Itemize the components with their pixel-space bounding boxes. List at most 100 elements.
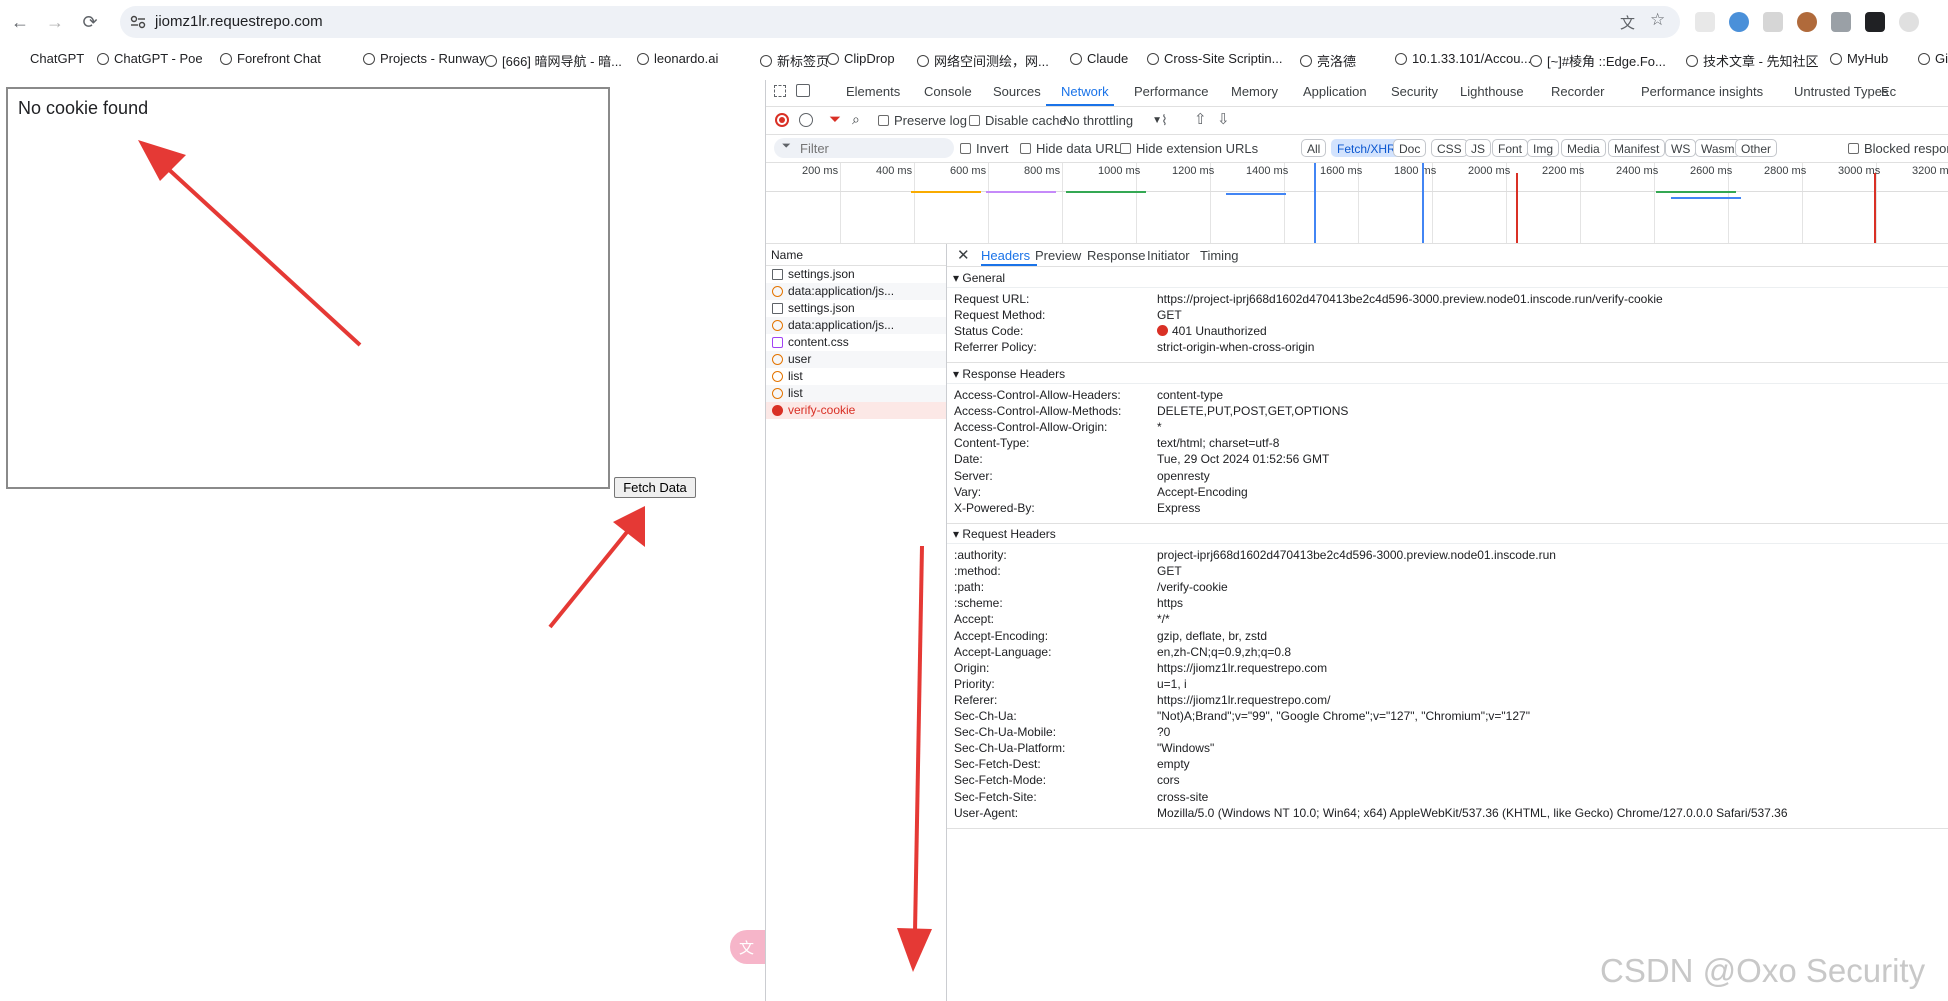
request-row[interactable]: verify-cookie	[766, 402, 946, 419]
request-name: data:application/js...	[788, 284, 895, 298]
bookmark-item[interactable]: Forefront Chat	[220, 51, 321, 66]
hide-data-urls-checkbox[interactable]: Hide data URLs	[1020, 141, 1128, 156]
section-header-request-headers[interactable]: Request Headers	[947, 524, 1948, 544]
detail-tab-preview[interactable]: Preview	[1035, 248, 1081, 263]
section-header-response-headers[interactable]: Response Headers	[947, 364, 1948, 384]
bookmark-item[interactable]: Projects - Runway	[363, 51, 485, 66]
devtools-tab-memory[interactable]: Memory	[1231, 84, 1278, 99]
type-filter-fetchxhr[interactable]: Fetch/XHR	[1331, 139, 1402, 157]
type-filter-img[interactable]: Img	[1527, 139, 1560, 157]
type-filter-wasm[interactable]: Wasm	[1695, 139, 1741, 157]
name-column-header[interactable]: Name	[766, 244, 946, 266]
devtools-tab-ec[interactable]: Ec	[1881, 84, 1896, 99]
network-conditions-icon[interactable]: ⌇	[1161, 112, 1168, 129]
bookmark-item[interactable]: 新标签页	[760, 51, 829, 70]
preserve-log-checkbox[interactable]: Preserve log	[878, 113, 967, 128]
bookmark-item[interactable]: Cross-Site Scriptin...	[1147, 51, 1282, 66]
fetch-data-button[interactable]: Fetch Data	[614, 477, 696, 498]
bookmark-item[interactable]: 网络空间测绘，网...	[917, 51, 1049, 70]
bookmark-item[interactable]: [666] 暗网导航 - 暗...	[485, 51, 622, 70]
header-key: Sec-Ch-Ua-Platform:	[954, 741, 1066, 756]
request-row[interactable]: settings.json	[766, 266, 946, 283]
reload-icon[interactable]: ⟳	[78, 10, 102, 34]
request-row[interactable]: data:application/js...	[766, 317, 946, 334]
detail-tab-response[interactable]: Response	[1087, 248, 1146, 263]
import-har-icon[interactable]: ⇧	[1194, 110, 1207, 128]
disable-cache-checkbox[interactable]: Disable cache	[969, 113, 1067, 128]
bookmark-item[interactable]: 10.1.33.101/Accou...	[1395, 51, 1531, 66]
devtools-tab-sources[interactable]: Sources	[993, 84, 1041, 99]
filter-funnel-icon[interactable]: ⏷	[829, 111, 841, 128]
request-row[interactable]: list	[766, 385, 946, 402]
bookmark-item[interactable]: 技术文章 - 先知社区	[1686, 51, 1819, 70]
type-filter-media[interactable]: Media	[1561, 139, 1606, 157]
extension-icon[interactable]	[1695, 12, 1715, 32]
extension-icon[interactable]	[1729, 12, 1749, 32]
blocked-responses-checkbox[interactable]: Blocked respon	[1848, 141, 1948, 156]
search-icon[interactable]: ⌕	[852, 111, 860, 128]
bookmark-item[interactable]: MyHub	[1830, 51, 1888, 66]
type-filter-all[interactable]: All	[1301, 139, 1327, 157]
forward-arrow-icon[interactable]: →	[43, 10, 67, 34]
translate-icon[interactable]: 文	[1620, 12, 1635, 33]
request-name: data:application/js...	[788, 318, 895, 332]
devtools-tab-security[interactable]: Security	[1391, 84, 1438, 99]
request-row[interactable]: content.css	[766, 334, 946, 351]
type-filter-other[interactable]: Other	[1735, 139, 1778, 157]
type-filter-manifest[interactable]: Manifest	[1608, 139, 1666, 157]
header-key: Server:	[954, 468, 993, 483]
devtools-tab-network[interactable]: Network	[1061, 84, 1109, 99]
hide-extension-urls-checkbox[interactable]: Hide extension URLs	[1120, 141, 1258, 156]
request-row[interactable]: settings.json	[766, 300, 946, 317]
type-filter-doc[interactable]: Doc	[1393, 139, 1427, 157]
type-filter-js[interactable]: JS	[1465, 139, 1492, 157]
filter-input[interactable]	[774, 138, 954, 158]
extension-icon[interactable]	[1865, 12, 1885, 32]
bookmark-item[interactable]: Claude	[1070, 51, 1128, 66]
devtools-tab-performance-insights[interactable]: Performance insights	[1641, 84, 1763, 99]
bookmark-item[interactable]: [~]#棱角 ::Edge.Fo...	[1530, 51, 1666, 70]
type-filter-ws[interactable]: WS	[1665, 139, 1697, 157]
site-settings-icon[interactable]	[130, 15, 146, 29]
bookmark-item[interactable]: 亮洛德	[1300, 51, 1356, 70]
address-bar[interactable]: jiomz1lr.requestrepo.com 文 ☆	[120, 6, 1680, 38]
detail-tab-initiator[interactable]: Initiator	[1147, 248, 1190, 263]
header-value-text: Express	[1157, 500, 1201, 515]
devtools-tab-console[interactable]: Console	[924, 84, 972, 99]
request-row[interactable]: user	[766, 351, 946, 368]
devtools-tab-recorder[interactable]: Recorder	[1551, 84, 1604, 99]
devtools-tab-performance[interactable]: Performance	[1134, 84, 1208, 99]
back-arrow-icon[interactable]: ←	[8, 10, 32, 34]
devtools-tab-elements[interactable]: Elements	[846, 84, 900, 99]
detail-tab-timing[interactable]: Timing	[1200, 248, 1239, 263]
devtools-tab-untrusted-types[interactable]: Untrusted Types	[1794, 84, 1888, 99]
invert-checkbox[interactable]: Invert	[960, 141, 1009, 156]
profile-avatar[interactable]	[1899, 12, 1919, 32]
type-filter-css[interactable]: CSS	[1431, 139, 1468, 157]
throttling-select[interactable]: No throttling ▼	[1063, 113, 1162, 128]
detail-tab-headers[interactable]: Headers	[981, 248, 1030, 263]
record-stop-icon[interactable]	[775, 113, 789, 127]
request-row[interactable]: list	[766, 368, 946, 385]
inspect-element-icon[interactable]	[774, 85, 786, 97]
close-icon[interactable]: ✕	[957, 246, 970, 264]
bookmark-item[interactable]: ChatGPT - Poe	[97, 51, 203, 66]
cookie-extension-icon[interactable]	[1797, 12, 1817, 32]
extension-icon[interactable]	[1763, 12, 1783, 32]
bookmark-item[interactable]: ChatGPT	[30, 51, 84, 66]
bookmark-item[interactable]: leonardo.ai	[637, 51, 718, 66]
request-row[interactable]: data:application/js...	[766, 283, 946, 300]
network-timeline-overview[interactable]: 200 ms 400 ms 600 ms 800 ms 1000 ms 1200 ms 14…	[766, 163, 1948, 244]
bookmark-item[interactable]: ClipDrop	[827, 51, 895, 66]
extension-icon[interactable]	[1831, 12, 1851, 32]
export-har-icon[interactable]: ⇩	[1217, 110, 1230, 128]
bookmark-item[interactable]: Git	[1918, 51, 1948, 66]
device-toolbar-icon[interactable]	[796, 84, 810, 97]
type-filter-font[interactable]: Font	[1492, 139, 1529, 157]
clear-icon[interactable]	[799, 113, 813, 127]
devtools-tab-lighthouse[interactable]: Lighthouse	[1460, 84, 1524, 99]
devtools-tab-application[interactable]: Application	[1303, 84, 1367, 99]
section-header-general[interactable]: General	[947, 268, 1948, 288]
bookmark-star-icon[interactable]: ☆	[1650, 10, 1665, 30]
translate-bubble-icon[interactable]: 文	[730, 930, 770, 964]
